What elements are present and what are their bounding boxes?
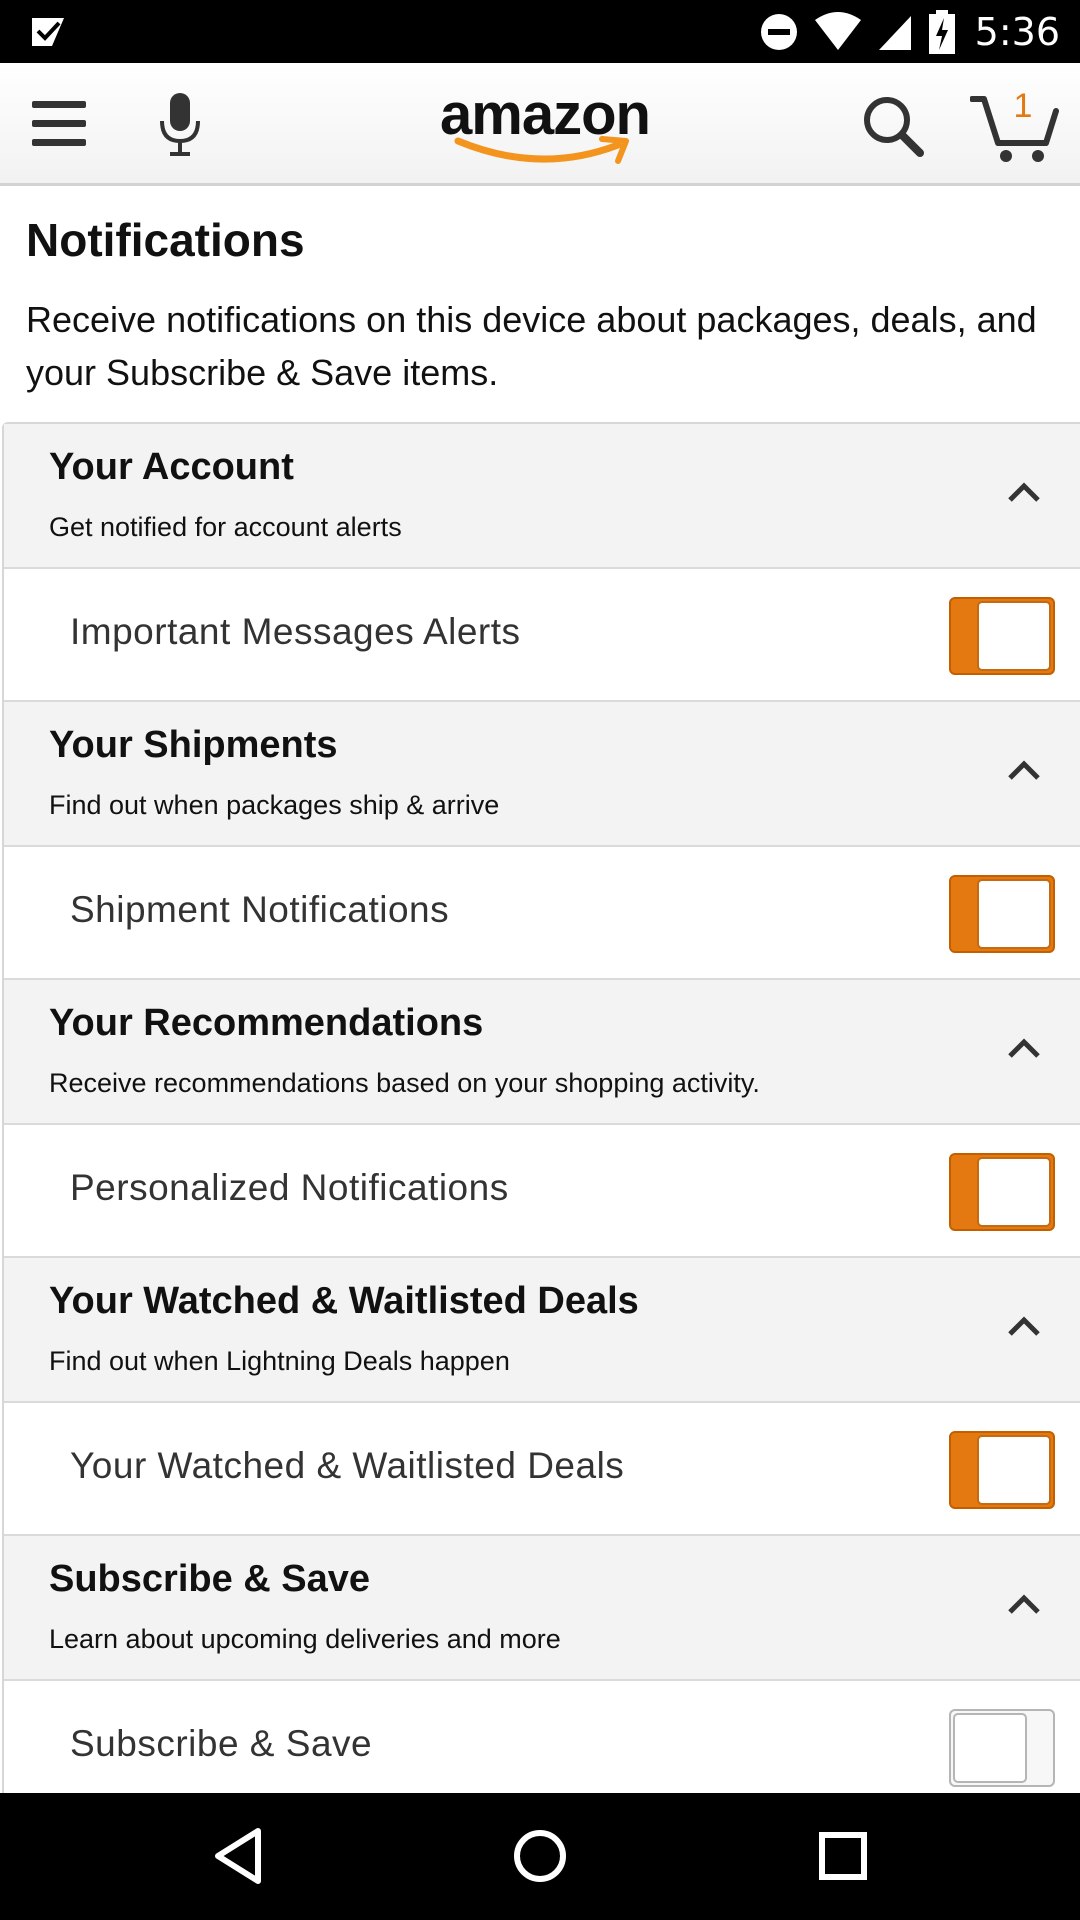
setting-row: Shipment Notifications (4, 847, 1080, 980)
battery-charging-icon (928, 9, 955, 54)
section-header[interactable]: Your Shipments Find out when packages sh… (4, 702, 1080, 847)
section-your-account: Your Account Get notified for account al… (4, 424, 1080, 702)
chevron-up-icon[interactable] (1006, 1592, 1042, 1616)
watched-deals-toggle[interactable] (949, 1431, 1055, 1509)
setting-row: Subscribe & Save (4, 1681, 1080, 1793)
recents-icon[interactable] (810, 1823, 876, 1889)
subscribe-save-toggle[interactable] (949, 1709, 1055, 1787)
chevron-up-icon[interactable] (1006, 1314, 1042, 1338)
section-title: Your Watched & Waitlisted Deals (49, 1280, 639, 1322)
setting-row: Important Messages Alerts (4, 569, 1080, 702)
cart-count-badge[interactable]: 1 (1008, 87, 1038, 126)
notification-sections: Your Account Get notified for account al… (2, 422, 1080, 1793)
setting-row: Personalized Notifications (4, 1125, 1080, 1258)
section-header[interactable]: Subscribe & Save Learn about upcoming de… (4, 1536, 1080, 1681)
setting-label: Your Watched & Waitlisted Deals (70, 1445, 625, 1486)
status-time: 5:36 (974, 9, 1060, 54)
page-description: Receive notifications on this device abo… (26, 299, 1037, 393)
chevron-up-icon[interactable] (1006, 480, 1042, 504)
logo-smile-icon (454, 136, 629, 164)
section-title: Your Recommendations (49, 1002, 484, 1044)
section-title: Your Account (49, 446, 294, 488)
setting-label: Important Messages Alerts (70, 611, 521, 652)
section-subtitle: Find out when Lightning Deals happen (49, 1346, 510, 1376)
back-icon[interactable] (206, 1823, 272, 1889)
section-watched-deals: Your Watched & Waitlisted Deals Find out… (4, 1258, 1080, 1536)
home-icon[interactable] (507, 1823, 573, 1889)
personalized-notifications-toggle[interactable] (949, 1153, 1055, 1231)
toggle-knob (953, 1713, 1027, 1783)
section-title: Your Shipments (49, 724, 338, 766)
setting-row: Your Watched & Waitlisted Deals (4, 1403, 1080, 1536)
check-notification-icon (32, 18, 64, 46)
search-icon[interactable] (860, 93, 926, 159)
important-messages-toggle[interactable] (949, 597, 1055, 675)
status-icons: 5:36 (759, 0, 1060, 63)
menu-icon[interactable] (30, 97, 90, 151)
toggle-knob (977, 601, 1051, 671)
section-title: Subscribe & Save (49, 1558, 371, 1600)
cell-signal-icon (878, 15, 911, 50)
wifi-icon (814, 11, 861, 50)
section-subscribe-save: Subscribe & Save Learn about upcoming de… (4, 1536, 1080, 1793)
section-header[interactable]: Your Account Get notified for account al… (4, 424, 1080, 569)
section-subtitle: Get notified for account alerts (49, 512, 402, 542)
microphone-icon[interactable] (158, 91, 202, 157)
amazon-logo[interactable]: amazon (420, 81, 670, 171)
toggle-knob (977, 1435, 1051, 1505)
toggle-knob (977, 879, 1051, 949)
setting-label: Shipment Notifications (70, 889, 450, 930)
setting-label: Subscribe & Save (70, 1723, 373, 1764)
status-bar: 5:36 (0, 0, 1080, 63)
section-header[interactable]: Your Watched & Waitlisted Deals Find out… (4, 1258, 1080, 1403)
toggle-knob (977, 1157, 1051, 1227)
setting-label: Personalized Notifications (70, 1167, 509, 1208)
section-your-recommendations: Your Recommendations Receive recommendat… (4, 980, 1080, 1258)
section-subtitle: Learn about upcoming deliveries and more (49, 1624, 561, 1654)
notifications-page: Notifications Receive notifications on t… (0, 189, 1080, 1793)
chevron-up-icon[interactable] (1006, 1036, 1042, 1060)
chevron-up-icon[interactable] (1006, 758, 1042, 782)
shipment-notifications-toggle[interactable] (949, 875, 1055, 953)
section-your-shipments: Your Shipments Find out when packages sh… (4, 702, 1080, 980)
section-header[interactable]: Your Recommendations Receive recommendat… (4, 980, 1080, 1125)
section-subtitle: Find out when packages ship & arrive (49, 790, 500, 820)
app-header: amazon 1 (0, 63, 1080, 186)
do-not-disturb-icon (760, 13, 797, 50)
section-subtitle: Receive recommendations based on your sh… (49, 1068, 760, 1098)
page-title: Notifications (26, 214, 305, 266)
system-nav-bar (0, 1793, 1080, 1920)
